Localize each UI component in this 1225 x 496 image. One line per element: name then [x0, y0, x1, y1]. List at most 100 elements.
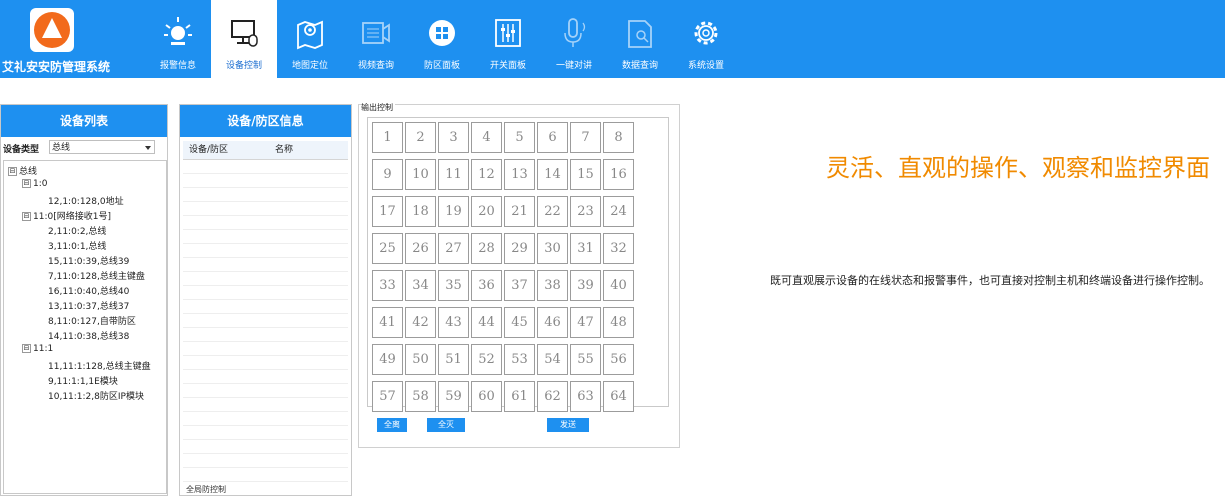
tree-leaf[interactable]: 13,11:0:37,总线37	[48, 299, 129, 312]
tree-node[interactable]: ⊟ 总线	[8, 164, 37, 177]
collapse-icon[interactable]: ⊟	[22, 179, 31, 188]
output-key[interactable]: 50	[405, 344, 436, 375]
output-key[interactable]: 23	[570, 196, 601, 227]
output-key[interactable]: 25	[372, 233, 403, 264]
nav-map-location[interactable]: 地图定位	[277, 0, 343, 78]
tree-leaf[interactable]: 10,11:1:2,8防区IP模块	[48, 389, 144, 402]
nav-device-control[interactable]: 设备控制	[211, 0, 277, 78]
collapse-icon[interactable]: ⊟	[8, 167, 17, 176]
output-key[interactable]: 1	[372, 122, 403, 153]
output-key[interactable]: 55	[570, 344, 601, 375]
output-key[interactable]: 42	[405, 307, 436, 338]
send-button[interactable]: 发送	[547, 418, 589, 432]
output-key[interactable]: 43	[438, 307, 469, 338]
zone-table-body[interactable]	[183, 160, 348, 485]
output-key[interactable]: 29	[504, 233, 535, 264]
output-key[interactable]: 13	[504, 159, 535, 190]
output-key[interactable]: 58	[405, 381, 436, 412]
nav-data-query[interactable]: 数据查询	[607, 0, 673, 78]
tree-leaf[interactable]: 16,11:0:40,总线40	[48, 284, 129, 297]
output-key[interactable]: 39	[570, 270, 601, 301]
tree-leaf[interactable]: 7,11:0:128,总线主键盘	[48, 269, 145, 282]
output-key[interactable]: 47	[570, 307, 601, 338]
nav-switch-panel[interactable]: 开关面板	[475, 0, 541, 78]
output-key[interactable]: 10	[405, 159, 436, 190]
output-key[interactable]: 49	[372, 344, 403, 375]
output-key[interactable]: 40	[603, 270, 634, 301]
output-key[interactable]: 33	[372, 270, 403, 301]
output-key[interactable]: 51	[438, 344, 469, 375]
output-key[interactable]: 24	[603, 196, 634, 227]
output-key[interactable]: 46	[537, 307, 568, 338]
output-key[interactable]: 12	[471, 159, 502, 190]
output-key[interactable]: 34	[405, 270, 436, 301]
output-key[interactable]: 8	[603, 122, 634, 153]
tree-leaf[interactable]: 14,11:0:38,总线38	[48, 329, 129, 342]
output-key[interactable]: 60	[471, 381, 502, 412]
output-key[interactable]: 53	[504, 344, 535, 375]
output-key[interactable]: 9	[372, 159, 403, 190]
output-key[interactable]: 44	[471, 307, 502, 338]
output-key[interactable]: 20	[471, 196, 502, 227]
tree-leaf[interactable]: 15,11:0:39,总线39	[48, 254, 129, 267]
nav-zone-panel[interactable]: 防区面板	[409, 0, 475, 78]
collapse-icon[interactable]: ⊟	[22, 212, 31, 221]
nav-system-settings[interactable]: 系统设置	[673, 0, 739, 78]
tree-leaf[interactable]: 3,11:0:1,总线	[48, 239, 106, 252]
output-key[interactable]: 11	[438, 159, 469, 190]
output-key[interactable]: 21	[504, 196, 535, 227]
collapse-icon[interactable]: ⊟	[22, 344, 31, 353]
output-key[interactable]: 27	[438, 233, 469, 264]
column-name[interactable]: 名称	[269, 141, 293, 159]
output-key[interactable]: 26	[405, 233, 436, 264]
tree-node[interactable]: ⊟ 11:0[网络接收1号]	[22, 209, 111, 222]
output-key[interactable]: 57	[372, 381, 403, 412]
output-key[interactable]: 16	[603, 159, 634, 190]
nav-alarm-info[interactable]: 报警信息	[145, 0, 211, 78]
output-key[interactable]: 28	[471, 233, 502, 264]
column-device-zone[interactable]: 设备/防区	[183, 141, 269, 159]
output-key[interactable]: 35	[438, 270, 469, 301]
output-key[interactable]: 37	[504, 270, 535, 301]
output-key[interactable]: 38	[537, 270, 568, 301]
output-key[interactable]: 54	[537, 344, 568, 375]
output-key[interactable]: 18	[405, 196, 436, 227]
tree-leaf[interactable]: 12,1:0:128,0地址	[48, 194, 124, 207]
output-key[interactable]: 14	[537, 159, 568, 190]
output-key[interactable]: 56	[603, 344, 634, 375]
output-key[interactable]: 7	[570, 122, 601, 153]
tree-node[interactable]: ⊟ 11:1	[22, 344, 53, 354]
device-tree[interactable]: ⊟ 总线 ⊟ 1:0 12,1:0:128,0地址 ⊟ 11:0[网络接收1号] 2,…	[3, 160, 167, 494]
nav-intercom[interactable]: 一键对讲	[541, 0, 607, 78]
all-on-button[interactable]: 全灭	[427, 418, 465, 432]
output-key[interactable]: 63	[570, 381, 601, 412]
output-key[interactable]: 64	[603, 381, 634, 412]
tree-leaf[interactable]: 2,11:0:2,总线	[48, 224, 106, 237]
output-key[interactable]: 4	[471, 122, 502, 153]
output-key[interactable]: 22	[537, 196, 568, 227]
output-key[interactable]: 5	[504, 122, 535, 153]
output-key[interactable]: 15	[570, 159, 601, 190]
nav-video-query[interactable]: 视频查询	[343, 0, 409, 78]
output-key[interactable]: 41	[372, 307, 403, 338]
tree-node[interactable]: ⊟ 1:0	[22, 179, 47, 189]
output-key[interactable]: 45	[504, 307, 535, 338]
all-off-button[interactable]: 全离	[377, 418, 407, 432]
output-key[interactable]: 19	[438, 196, 469, 227]
output-key[interactable]: 30	[537, 233, 568, 264]
output-key[interactable]: 59	[438, 381, 469, 412]
output-key[interactable]: 62	[537, 381, 568, 412]
output-key[interactable]: 17	[372, 196, 403, 227]
output-key[interactable]: 31	[570, 233, 601, 264]
device-type-select[interactable]: 总线	[49, 140, 155, 154]
output-key[interactable]: 61	[504, 381, 535, 412]
output-key[interactable]: 32	[603, 233, 634, 264]
output-key[interactable]: 6	[537, 122, 568, 153]
tree-leaf[interactable]: 8,11:0:127,自带防区	[48, 314, 136, 327]
output-key[interactable]: 3	[438, 122, 469, 153]
tree-leaf[interactable]: 9,11:1:1,1E模块	[48, 374, 118, 387]
output-key[interactable]: 2	[405, 122, 436, 153]
output-key[interactable]: 36	[471, 270, 502, 301]
tree-leaf[interactable]: 11,11:1:128,总线主键盘	[48, 359, 151, 372]
output-key[interactable]: 48	[603, 307, 634, 338]
